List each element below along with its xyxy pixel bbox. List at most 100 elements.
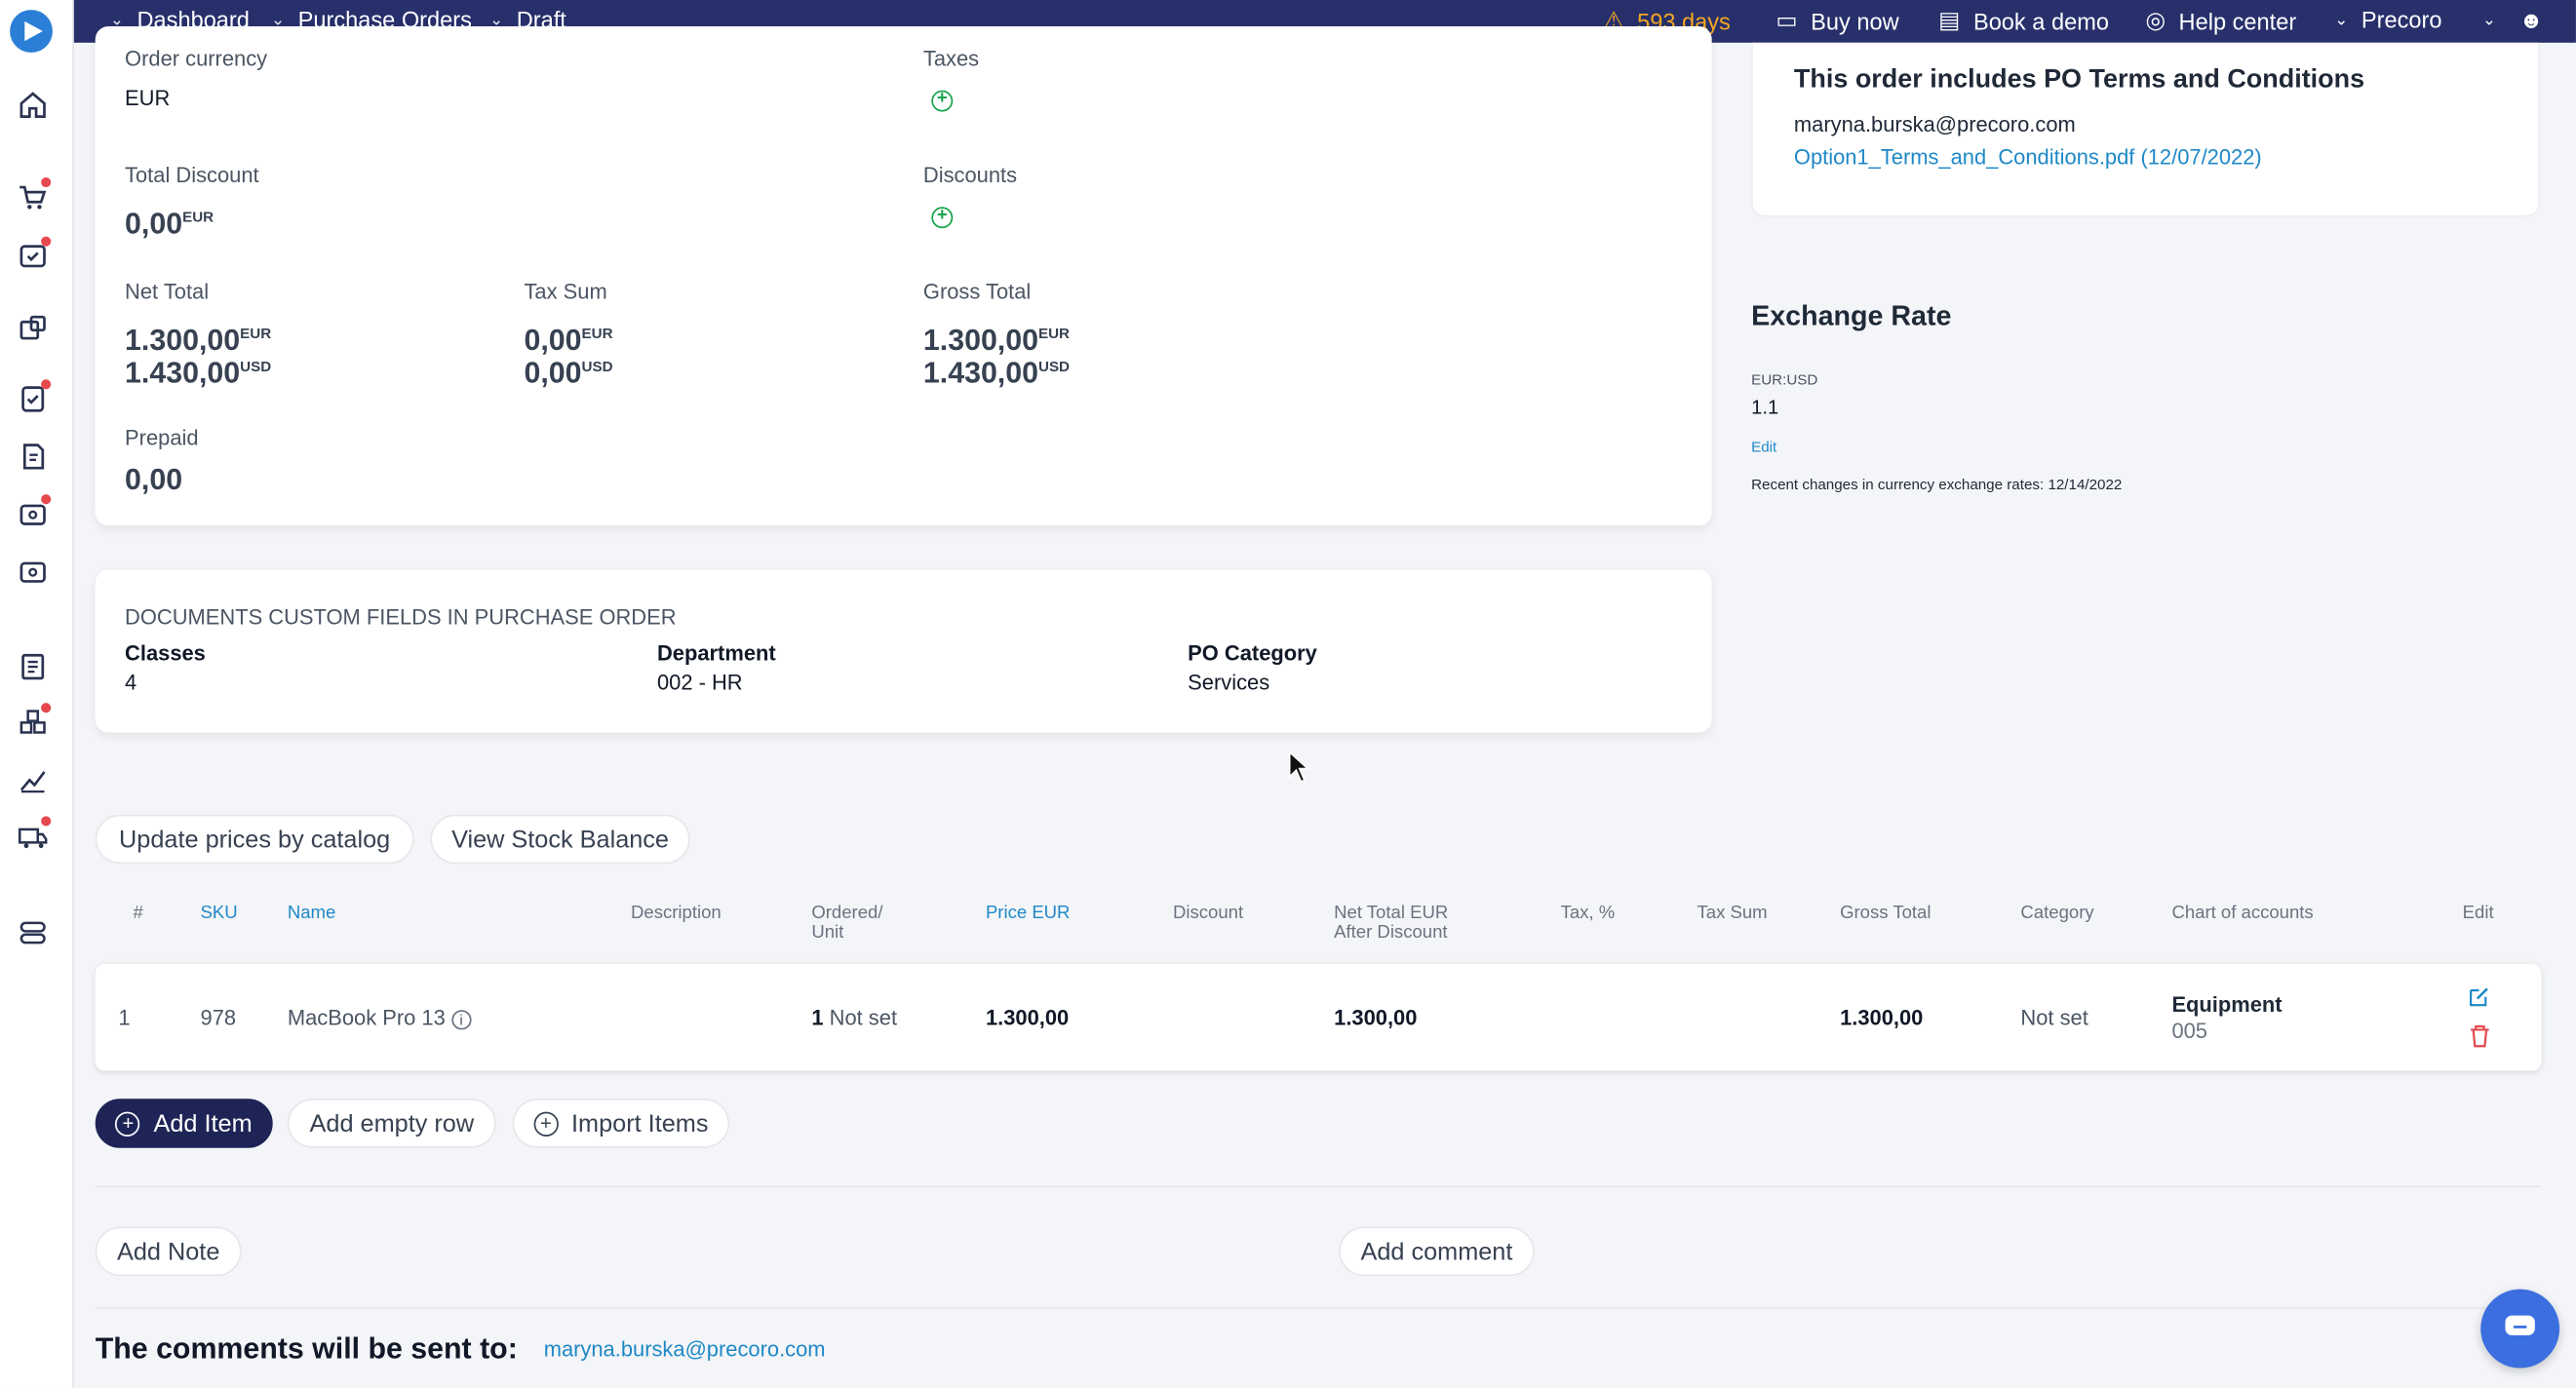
update-prices-button[interactable]: Update prices by catalog [95,814,414,865]
col-tax-sum: Tax Sum [1697,903,1768,923]
inventory-icon[interactable] [17,703,52,740]
expenses-icon[interactable] [17,555,50,588]
row-category[interactable]: Not set [2020,1005,2088,1029]
col-category: Category [2020,903,2094,923]
col-gross-total: Gross Total [1840,903,1932,923]
mouse-cursor-icon [1288,750,1310,784]
tax-sum-usd: 0,00USD [524,356,613,390]
credit-card-icon: ▭ [1776,6,1798,33]
net-total-label: Net Total [125,279,210,304]
col-discount: Discount [1173,903,1244,923]
plus-circle-icon: + [115,1110,141,1137]
approvals-icon[interactable] [17,236,52,273]
purchase-orders-icon[interactable] [17,312,50,345]
add-empty-row-button[interactable]: Add empty row [287,1099,496,1148]
col-chart-of-accounts: Chart of accounts [2171,903,2314,923]
view-stock-balance-button[interactable]: View Stock Balance [430,814,690,865]
prepaid-label: Prepaid [125,425,199,450]
company-switcher[interactable]: ⌄ Precoro [2334,7,2441,33]
user-icon: ☻ [2518,6,2544,33]
edit-icon[interactable] [2468,985,2491,1009]
col-net-total: Net Total EUR After Discount [1334,903,1449,944]
lifebuoy-icon: ◎ [2145,6,2166,33]
row-ordered[interactable]: 1 Not set [811,1005,897,1029]
add-item-button[interactable]: + Add Item [95,1099,273,1148]
net-total-usd: 1.430,00USD [125,356,272,390]
plus-circle-icon: + [533,1110,559,1137]
divider [95,1307,2542,1309]
row-gross-total: 1.300,00 [1840,1005,1924,1030]
comments-recipient-label: The comments will be sent to: [95,1331,518,1366]
classes-label: Classes [125,640,206,666]
divider [95,1185,2542,1188]
exchange-recent: Recent changes in currency exchange rate… [1751,476,2123,493]
order-currency-label: Order currency [125,46,268,71]
taxes-label: Taxes [922,46,980,71]
department-value: 002 - HR [656,670,743,695]
exchange-edit-link[interactable]: Edit [1751,439,1776,455]
add-comment-button[interactable]: Add comment [1339,1226,1535,1277]
add-tax-icon[interactable]: + [931,90,954,112]
terms-file-link[interactable]: Option1_Terms_and_Conditions.pdf (12/07/… [1794,144,2262,169]
terms-title: This order includes PO Terms and Conditi… [1793,65,2365,95]
classes-value: 4 [125,670,137,695]
invoices-icon[interactable] [17,441,50,474]
info-icon[interactable]: i [450,1010,472,1030]
col-num: # [133,903,143,923]
gross-total-usd: 1.430,00USD [922,356,1071,390]
precoro-logo[interactable] [10,10,53,53]
gross-total-label: Gross Total [922,279,1032,304]
col-edit: Edit [2462,903,2494,923]
col-name[interactable]: Name [288,904,335,923]
custom-fields-heading: DOCUMENTS CUSTOM FIELDS IN PURCHASE ORDE… [125,604,677,630]
custom-fields-card [95,569,1712,733]
book-demo-button[interactable]: ▤ Book a demo [1938,7,2109,35]
sidebar [0,0,74,1388]
po-category-label: PO Category [1188,640,1317,666]
chat-icon [2505,1315,2535,1335]
chat-widget-button[interactable] [2480,1289,2560,1369]
row-price[interactable]: 1.300,00 [986,1005,1069,1029]
col-tax: Tax, % [1560,903,1616,923]
row-sku: 978 [200,1005,237,1030]
user-menu[interactable]: ⌄ ☻ [2482,7,2544,33]
total-discount-value: 0,00EUR [125,207,215,240]
row-name: MacBook Pro 13 i [288,1005,472,1030]
exchange-rate-value: 1.1 [1751,396,1779,419]
help-center-button[interactable]: ◎ Help center [2145,7,2296,35]
home-icon[interactable] [17,89,50,122]
receipts-icon[interactable] [17,379,52,416]
exchange-rate-title: Exchange Rate [1751,300,1952,332]
purchase-requests-icon[interactable] [17,176,52,213]
add-note-button[interactable]: Add Note [95,1226,242,1277]
settings-icon[interactable] [17,916,50,949]
discounts-label: Discounts [922,162,1018,188]
buy-now-button[interactable]: ▭ Buy now [1776,7,1898,35]
analytics-icon[interactable] [17,763,50,796]
row-chart-code: 005 [2171,1018,2208,1043]
row-num: 1 [118,1005,131,1030]
order-summary-card [95,25,1712,526]
comments-recipient-email[interactable]: maryna.burska@precoro.com [544,1337,826,1362]
prepaid-value: 0,00 [125,463,183,496]
po-category-value: Services [1188,670,1270,695]
chevron-down-icon: ⌄ [2334,10,2349,29]
row-net-total: 1.300,00 [1334,1005,1418,1030]
suppliers-icon[interactable] [17,816,52,853]
import-items-button[interactable]: + Import Items [512,1099,730,1148]
col-ordered: Ordered/Unit [811,903,883,944]
col-sku[interactable]: SKU [201,904,238,923]
add-discount-icon[interactable]: + [931,206,954,229]
payments-icon[interactable] [17,494,52,531]
trash-icon[interactable] [2469,1024,2490,1048]
exchange-pair: EUR:USD [1751,370,1818,388]
col-price[interactable]: Price EUR [986,904,1071,923]
calendar-icon: ▤ [1938,6,1961,33]
order-currency-value: EUR [125,85,171,110]
tax-sum-label: Tax Sum [524,279,607,304]
row-chart-name[interactable]: Equipment [2171,992,2282,1017]
budgets-icon[interactable] [17,650,50,683]
department-label: Department [656,640,776,666]
total-discount-label: Total Discount [125,162,259,188]
col-description: Description [631,903,722,923]
